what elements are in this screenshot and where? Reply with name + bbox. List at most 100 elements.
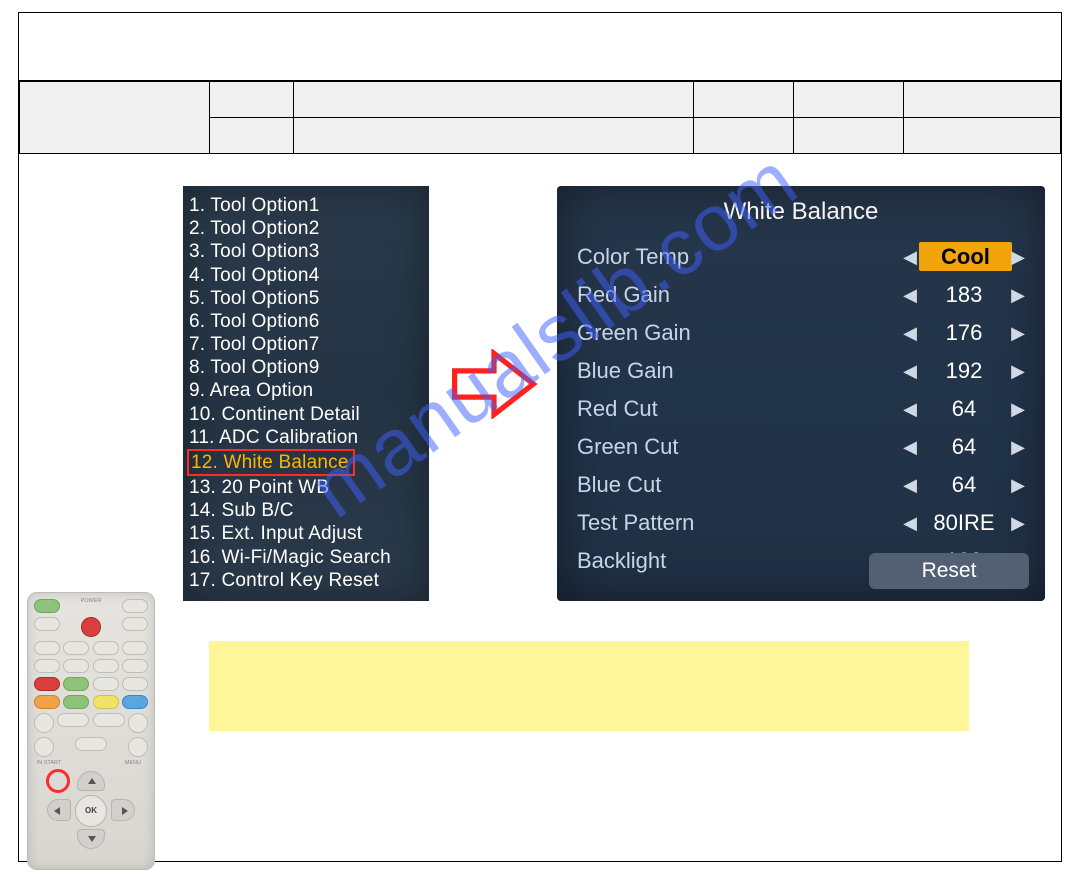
wb-value: Cool: [919, 244, 1009, 270]
arrow-left-icon[interactable]: ◀: [901, 475, 919, 496]
highlight-circle-icon: [46, 769, 70, 793]
content-area: 1. Tool Option12. Tool Option23. Tool Op…: [19, 154, 1061, 874]
header-band: [19, 13, 1061, 81]
wb-title: White Balance: [557, 196, 1045, 238]
remote-btn[interactable]: [93, 713, 125, 727]
wb-label: Blue Gain: [577, 358, 901, 384]
menu-item[interactable]: 13. 20 Point WB: [189, 476, 423, 499]
wb-row[interactable]: Red Gain◀183▶: [557, 276, 1045, 314]
arrow-right-icon[interactable]: ▶: [1009, 361, 1027, 382]
wb-row[interactable]: Green Gain◀176▶: [557, 314, 1045, 352]
wb-row[interactable]: Blue Cut◀64▶: [557, 466, 1045, 504]
arrow-right-icon[interactable]: ▶: [1009, 285, 1027, 306]
wb-label: Blue Cut: [577, 472, 901, 498]
menu-item[interactable]: 11. ADC Calibration: [189, 426, 423, 449]
menu-item[interactable]: 6. Tool Option6: [189, 310, 423, 333]
remote-btn-green[interactable]: [63, 695, 89, 709]
dpad-down[interactable]: [77, 829, 105, 849]
wb-value: 192: [919, 358, 1009, 384]
dpad-up[interactable]: [77, 771, 105, 791]
wb-label: Color Temp: [577, 244, 901, 270]
wb-value: 64: [919, 396, 1009, 422]
arrow-left-icon[interactable]: ◀: [901, 437, 919, 458]
remote-btn-orange[interactable]: [34, 695, 60, 709]
remote-btn[interactable]: [93, 659, 119, 673]
remote-btn[interactable]: [122, 617, 148, 631]
wb-label: Backlight: [577, 548, 901, 574]
remote-control: POWER: [27, 592, 155, 870]
remote-btn-green[interactable]: [63, 677, 89, 691]
menu-item[interactable]: 8. Tool Option9: [189, 356, 423, 379]
arrow-right-icon[interactable]: ▶: [1009, 247, 1027, 268]
remote-btn[interactable]: [122, 659, 148, 673]
remote-btn[interactable]: [63, 659, 89, 673]
arrow-left-icon[interactable]: ◀: [901, 323, 919, 344]
menu-item[interactable]: 2. Tool Option2: [189, 217, 423, 240]
remote-btn[interactable]: [34, 641, 60, 655]
arrow-left-icon[interactable]: ◀: [901, 399, 919, 420]
menu-item[interactable]: 4. Tool Option4: [189, 264, 423, 287]
wb-value: 80IRE: [919, 510, 1009, 536]
arrow-left-icon[interactable]: ◀: [901, 361, 919, 382]
menu-item[interactable]: 1. Tool Option1: [189, 194, 423, 217]
wb-row[interactable]: Blue Gain◀192▶: [557, 352, 1045, 390]
menu-button[interactable]: [128, 737, 148, 757]
remote-btn[interactable]: [93, 677, 119, 691]
wb-row[interactable]: Color Temp◀Cool▶: [557, 238, 1045, 276]
reset-button[interactable]: Reset: [869, 553, 1029, 589]
remote-btn[interactable]: [128, 713, 148, 733]
remote-btn[interactable]: [122, 641, 148, 655]
remote-btn-top-right[interactable]: [122, 599, 148, 613]
remote-btn[interactable]: [34, 617, 60, 631]
in-start-label: IN START: [34, 761, 64, 767]
remote-btn[interactable]: [34, 659, 60, 673]
remote-btn[interactable]: [57, 713, 89, 727]
menu-label: MENU: [118, 761, 148, 767]
header-table: [19, 81, 1061, 154]
wb-row[interactable]: Red Cut◀64▶: [557, 390, 1045, 428]
arrow-right-icon[interactable]: ▶: [1009, 513, 1027, 534]
arrow-left-icon[interactable]: ◀: [901, 247, 919, 268]
menu-item[interactable]: 9. Area Option: [189, 379, 423, 402]
menu-item[interactable]: 10. Continent Detail: [189, 403, 423, 426]
in-start-button[interactable]: [34, 737, 54, 757]
wb-value: 64: [919, 434, 1009, 460]
menu-item[interactable]: 15. Ext. Input Adjust: [189, 522, 423, 545]
dpad-right[interactable]: [111, 799, 135, 821]
remote-btn[interactable]: [63, 641, 89, 655]
arrow-right-icon[interactable]: ▶: [1009, 437, 1027, 458]
remote-btn-top-left[interactable]: [34, 599, 60, 613]
menu-item[interactable]: 12. White Balance: [189, 449, 423, 476]
remote-btn[interactable]: [93, 641, 119, 655]
ok-button[interactable]: OK: [75, 795, 107, 827]
arrow-left-icon[interactable]: ◀: [901, 285, 919, 306]
wb-label: Red Gain: [577, 282, 901, 308]
wb-row[interactable]: Green Cut◀64▶: [557, 428, 1045, 466]
remote-btn[interactable]: [34, 713, 54, 733]
wb-value: 64: [919, 472, 1009, 498]
remote-btn-yellow[interactable]: [93, 695, 119, 709]
dpad-left[interactable]: [47, 799, 71, 821]
arrow-left-icon[interactable]: ◀: [901, 513, 919, 534]
arrow-right-icon[interactable]: ▶: [1009, 399, 1027, 420]
document-frame: 1. Tool Option12. Tool Option23. Tool Op…: [18, 12, 1062, 862]
arrow-right-icon: [449, 349, 539, 419]
remote-btn[interactable]: [122, 677, 148, 691]
menu-item[interactable]: 5. Tool Option5: [189, 287, 423, 310]
menu-item[interactable]: 3. Tool Option3: [189, 240, 423, 263]
wb-row[interactable]: Test Pattern◀80IRE▶: [557, 504, 1045, 542]
wb-value: 176: [919, 320, 1009, 346]
menu-item[interactable]: 17. Control Key Reset: [189, 569, 423, 592]
arrow-right-icon[interactable]: ▶: [1009, 323, 1027, 344]
remote-btn[interactable]: [75, 737, 107, 751]
menu-item[interactable]: 7. Tool Option7: [189, 333, 423, 356]
power-button[interactable]: [81, 617, 101, 637]
menu-item[interactable]: 14. Sub B/C: [189, 499, 423, 522]
menu-item[interactable]: 16. Wi-Fi/Magic Search: [189, 546, 423, 569]
remote-btn-blue[interactable]: [122, 695, 148, 709]
service-menu-list: 1. Tool Option12. Tool Option23. Tool Op…: [183, 186, 429, 601]
arrow-right-icon[interactable]: ▶: [1009, 475, 1027, 496]
yellow-highlight-bar: [209, 641, 969, 731]
wb-label: Test Pattern: [577, 510, 901, 536]
remote-btn-red[interactable]: [34, 677, 60, 691]
